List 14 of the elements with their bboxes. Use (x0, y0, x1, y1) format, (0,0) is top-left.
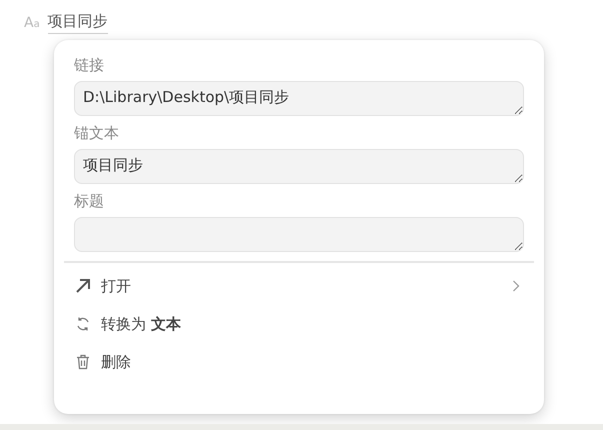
page-title[interactable]: 项目同步 (48, 12, 108, 34)
input-field[interactable]: D:\Library\Desktop\项目同步 (74, 81, 524, 116)
trash-icon (74, 354, 92, 370)
text-type-icon: Aa (24, 15, 40, 31)
input-field[interactable] (74, 217, 524, 252)
arrow-icon (74, 277, 92, 295)
menu-item[interactable]: 打开 (101, 276, 131, 296)
field-label: 标题 (74, 192, 105, 211)
chevron-right-icon (512, 280, 520, 292)
field-label: 锚文本 (74, 124, 120, 143)
field-label: 链接 (74, 56, 105, 75)
menu-item[interactable]: 转换为 文本 (101, 314, 181, 334)
input-field[interactable]: 项目同步 (74, 149, 524, 184)
menu-item[interactable]: 删除 (101, 352, 131, 372)
